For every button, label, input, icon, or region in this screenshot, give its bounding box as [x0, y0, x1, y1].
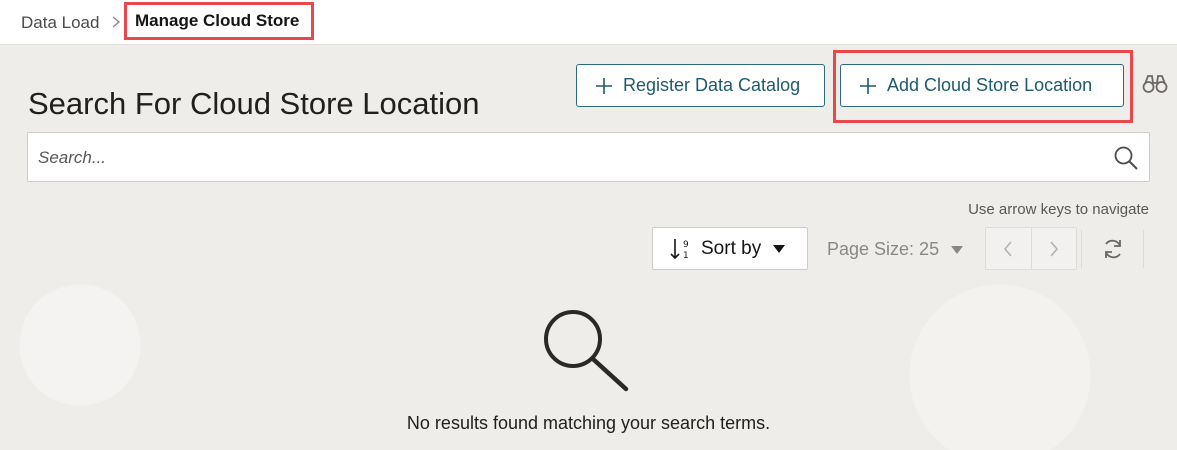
search-input[interactable]: [36, 133, 1100, 183]
search-field[interactable]: [27, 132, 1150, 183]
page-size-select[interactable]: Page Size: 25: [827, 239, 964, 260]
binoculars-icon[interactable]: [1142, 73, 1168, 95]
search-icon[interactable]: [1113, 145, 1139, 171]
caret-down-icon: [773, 244, 786, 253]
chevron-left-icon: [1004, 240, 1012, 257]
main-content: Search For Cloud Store Location Register…: [0, 45, 1177, 450]
register-data-catalog-label: Register Data Catalog: [623, 75, 801, 95]
page-title: Search For Cloud Store Location: [28, 85, 480, 121]
caret-down-icon: [951, 245, 964, 254]
navigation-hint: Use arrow keys to navigate: [968, 201, 1149, 218]
empty-state-text: No results found matching your search te…: [406, 413, 771, 433]
svg-text:1: 1: [683, 251, 689, 261]
breadcrumb-bar: Data Load Manage Cloud Store: [0, 0, 1177, 45]
breadcrumb-manage-cloud-store: Manage Cloud Store: [124, 2, 314, 40]
previous-page-button[interactable]: [986, 228, 1031, 269]
refresh-icon[interactable]: [1102, 238, 1124, 260]
toolbar-divider: [1081, 230, 1082, 268]
next-page-button[interactable]: [1030, 228, 1077, 269]
add-cloud-store-location-label: Add Cloud Store Location: [887, 75, 1093, 95]
chevron-right-icon: [1050, 240, 1058, 257]
plus-icon: [596, 77, 612, 94]
register-data-catalog-button[interactable]: Register Data Catalog: [576, 64, 825, 107]
breadcrumb-data-load[interactable]: Data Load: [21, 13, 99, 33]
svg-text:9: 9: [683, 240, 689, 250]
magnifier-icon: [544, 310, 629, 392]
empty-state-message: No results found matching your search te…: [0, 413, 1177, 434]
sort-icon: 9 1: [670, 238, 689, 261]
chevron-right-icon: [112, 16, 121, 28]
add-cloud-store-location-button[interactable]: Add Cloud Store Location: [840, 64, 1124, 107]
toolbar-divider: [1143, 230, 1144, 268]
breadcrumb-current-label: Manage Cloud Store: [135, 11, 300, 30]
sort-by-button[interactable]: 9 1 Sort by: [652, 227, 808, 270]
pagination-controls: [985, 227, 1077, 270]
sort-by-label: Sort by: [701, 237, 762, 259]
page-size-label: Page Size: 25: [827, 239, 940, 259]
plus-icon: [860, 77, 876, 94]
